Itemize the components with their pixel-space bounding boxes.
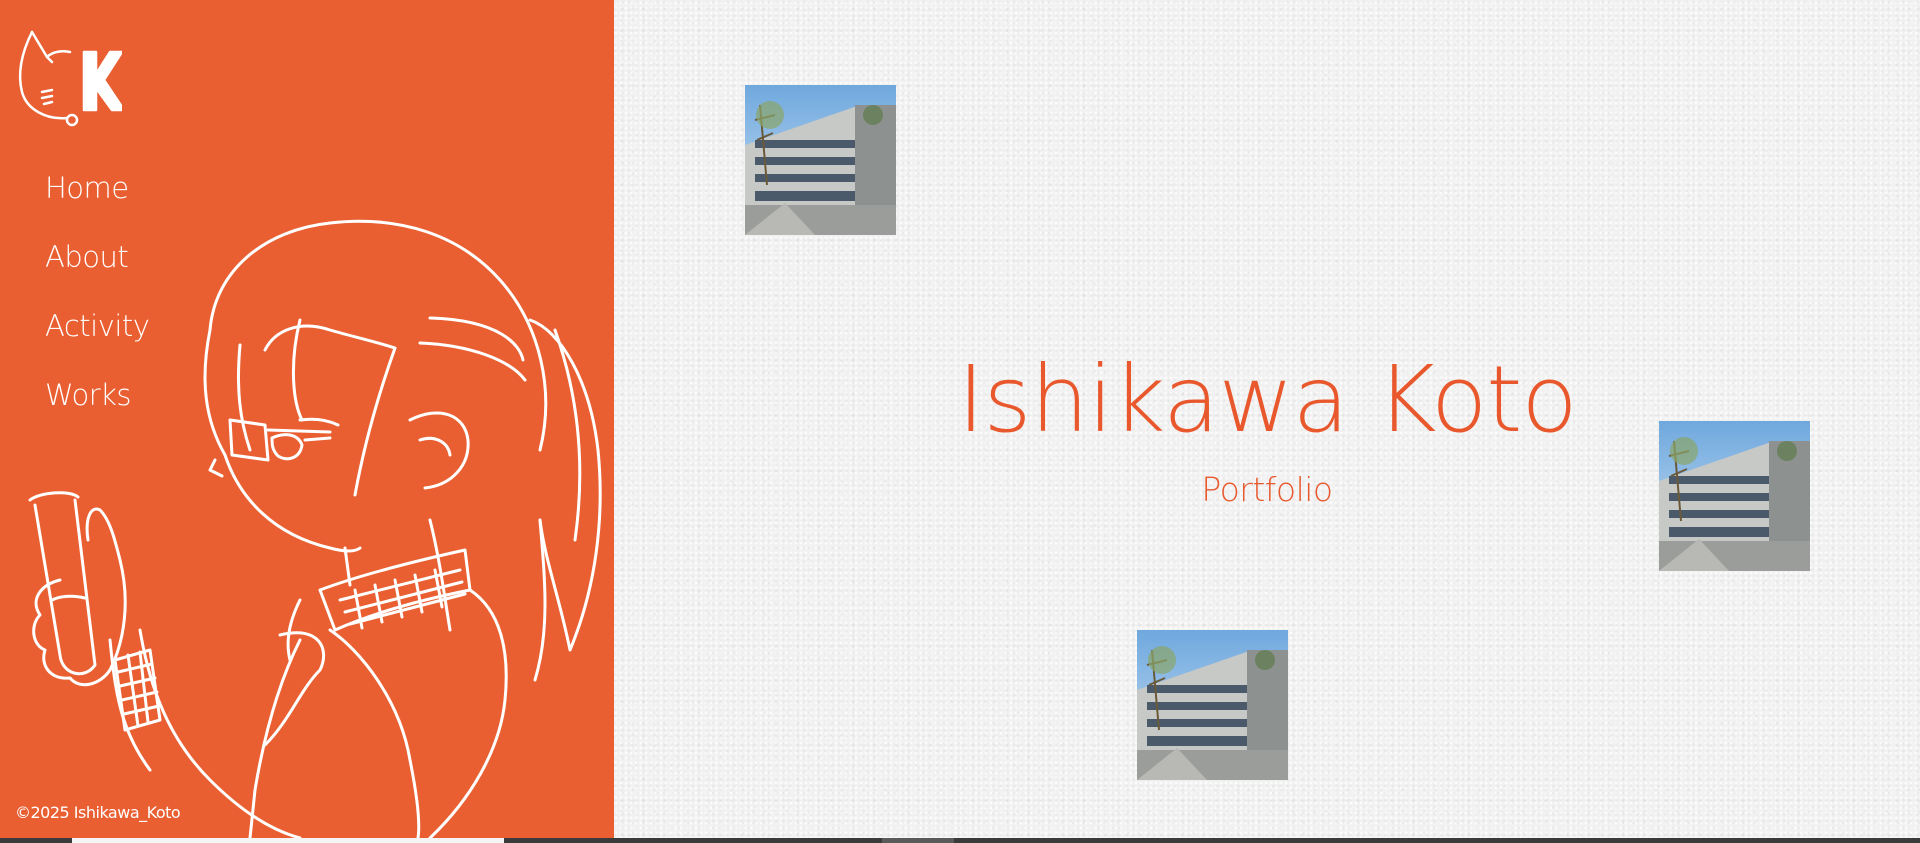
school-building-image-icon (1659, 421, 1810, 571)
school-building-image-icon (745, 85, 896, 235)
copyright-text: ©2025 Ishikawa_Koto (15, 803, 181, 822)
nav-activity-link[interactable]: Activity (45, 306, 150, 375)
nav-home-link[interactable]: Home (45, 168, 149, 237)
nav-about-link[interactable]: About (45, 237, 149, 306)
school-building-image-icon (1137, 630, 1288, 780)
horizontal-scrollbar[interactable] (0, 838, 1920, 843)
sidebar: Home About Activity Works ©2025 Ishikawa… (0, 0, 614, 838)
school-building-photo[interactable] (1659, 421, 1810, 571)
school-building-photo[interactable] (1137, 630, 1288, 780)
nav-works-link[interactable]: Works (45, 375, 149, 444)
school-building-photo[interactable] (745, 85, 896, 235)
scrollbar-track-mark (882, 838, 954, 843)
scrollbar-thumb[interactable] (72, 838, 504, 843)
cat-logo-icon[interactable] (12, 22, 122, 128)
